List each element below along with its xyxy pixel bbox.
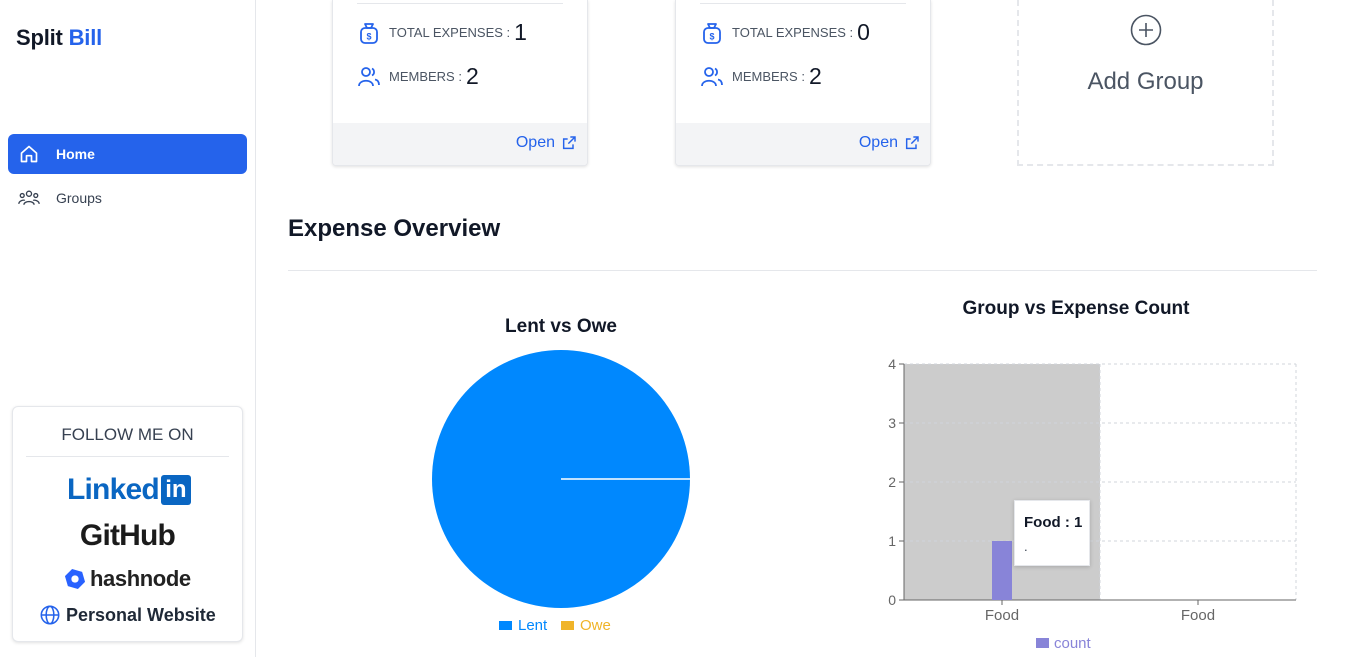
sidebar: Split Bill Home Groups FOLLOW ME ON Link… bbox=[0, 0, 256, 657]
stat-label: MEMBERS : bbox=[732, 69, 805, 84]
pie-chart-title: Lent vs Owe bbox=[505, 316, 617, 337]
divider bbox=[26, 456, 229, 457]
divider bbox=[700, 3, 906, 4]
home-icon bbox=[18, 143, 40, 165]
users-icon bbox=[701, 66, 723, 86]
pie-chart: Lent Owe bbox=[432, 350, 690, 634]
y-tick-label: 3 bbox=[888, 415, 896, 431]
total-expenses-stat: $ TOTAL EXPENSES : 0 bbox=[700, 19, 870, 46]
money-bag-icon: $ bbox=[703, 22, 721, 44]
bar[interactable] bbox=[992, 541, 1012, 600]
members-stat: MEMBERS : 2 bbox=[700, 63, 822, 90]
total-expenses-stat: $ TOTAL EXPENSES : 1 bbox=[357, 19, 527, 46]
brand-name-part1: Split bbox=[16, 25, 63, 50]
bar-chart: 0 1 2 3 4 Food Food count bbox=[888, 356, 1297, 652]
card-footer: Open bbox=[333, 123, 587, 165]
hashnode-link[interactable]: hashnode bbox=[64, 566, 191, 592]
sidebar-item-label: Home bbox=[56, 146, 95, 162]
group-card: $ TOTAL EXPENSES : 1 MEMBERS : 2 Open bbox=[332, 0, 588, 166]
group-card: $ TOTAL EXPENSES : 0 MEMBERS : 2 Open bbox=[675, 0, 931, 166]
card-footer: Open bbox=[676, 123, 930, 165]
open-label: Open bbox=[515, 134, 555, 151]
add-group-label: Add Group bbox=[1087, 68, 1204, 95]
members-stat: MEMBERS : 2 bbox=[357, 63, 479, 90]
external-link-icon bbox=[905, 136, 919, 150]
x-tick-label: Food bbox=[985, 607, 1019, 624]
open-label: Open bbox=[858, 134, 898, 151]
app-root: Split Bill Home Groups FOLLOW ME ON Link… bbox=[0, 0, 1351, 657]
open-group-link[interactable]: Open bbox=[859, 134, 920, 152]
y-tick-label: 1 bbox=[888, 533, 896, 549]
open-group-link[interactable]: Open bbox=[516, 134, 577, 152]
personal-website-label: Personal Website bbox=[66, 604, 216, 625]
legend-label-lent: Lent bbox=[518, 617, 548, 634]
stat-value: 2 bbox=[808, 63, 822, 89]
svg-text:$: $ bbox=[366, 31, 371, 41]
legend-swatch-count bbox=[1036, 638, 1049, 648]
hashnode-label: hashnode bbox=[90, 566, 191, 591]
divider bbox=[357, 3, 563, 4]
stat-value: 0 bbox=[857, 19, 870, 45]
linkedin-link[interactable]: Linked in bbox=[67, 473, 191, 507]
money-bag-icon: $ bbox=[360, 22, 378, 44]
divider bbox=[288, 270, 1317, 271]
x-tick-label: Food bbox=[1181, 607, 1215, 624]
tooltip-body: . bbox=[1024, 539, 1028, 554]
external-link-icon bbox=[562, 136, 576, 150]
y-tick-label: 0 bbox=[888, 592, 896, 608]
legend-swatch-lent bbox=[499, 621, 512, 630]
legend-label-owe: Owe bbox=[580, 617, 611, 634]
linkedin-logo-text: Linked bbox=[67, 473, 160, 506]
chart-tooltip: Food : 1 . bbox=[1014, 500, 1090, 566]
stat-label: TOTAL EXPENSES : bbox=[732, 25, 854, 40]
plus-circle-icon bbox=[1130, 14, 1161, 46]
bar-chart-title: Group vs Expense Count bbox=[962, 298, 1190, 319]
tooltip-title: Food : 1 bbox=[1024, 514, 1083, 531]
brand-name-part2: Bill bbox=[68, 25, 103, 50]
y-tick-label: 2 bbox=[888, 474, 896, 490]
follow-title: FOLLOW ME ON bbox=[61, 425, 194, 444]
legend-swatch-owe bbox=[561, 621, 574, 630]
stat-label: MEMBERS : bbox=[389, 69, 462, 84]
hashnode-icon bbox=[64, 568, 86, 590]
stat-label: TOTAL EXPENSES : bbox=[389, 25, 511, 40]
linkedin-logo-box: in bbox=[160, 475, 191, 505]
github-link[interactable]: GitHub bbox=[13, 519, 242, 553]
add-group-button[interactable]: Add Group bbox=[1017, 0, 1274, 166]
legend-label-count: count bbox=[1054, 635, 1092, 652]
follow-panel: FOLLOW ME ON Linked in GitHub hashnode P… bbox=[12, 406, 243, 642]
users-icon bbox=[358, 66, 380, 86]
y-tick-label: 4 bbox=[888, 356, 896, 372]
sidebar-item-label: Groups bbox=[56, 190, 102, 206]
sidebar-item-groups[interactable]: Groups bbox=[8, 178, 247, 218]
globe-icon bbox=[40, 605, 60, 625]
stat-value: 1 bbox=[514, 19, 527, 45]
users-icon bbox=[18, 187, 40, 209]
section-title: Expense Overview bbox=[288, 215, 501, 242]
stat-value: 2 bbox=[465, 63, 479, 89]
personal-website-link[interactable]: Personal Website bbox=[39, 604, 216, 626]
svg-text:$: $ bbox=[709, 31, 714, 41]
sidebar-item-home[interactable]: Home bbox=[8, 134, 247, 174]
brand-logo[interactable]: Split Bill bbox=[16, 25, 102, 51]
